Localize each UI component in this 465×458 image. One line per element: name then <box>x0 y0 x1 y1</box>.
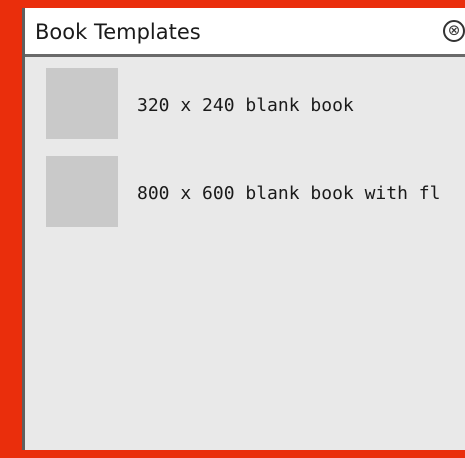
template-thumbnail <box>46 156 118 227</box>
panel-title: Book Templates <box>35 20 201 44</box>
template-label: 320 x 240 blank book <box>137 95 354 116</box>
book-templates-panel: Book Templates ⊗ 320 x 240 blank book 80… <box>22 8 465 450</box>
template-item[interactable]: 800 x 600 blank book with fl <box>25 145 465 227</box>
panel-titlebar: Book Templates ⊗ <box>25 8 465 57</box>
template-thumbnail <box>46 68 118 139</box>
template-label: 800 x 600 blank book with fl <box>137 183 441 204</box>
close-icon[interactable]: ⊗ <box>443 20 465 42</box>
template-item[interactable]: 320 x 240 blank book <box>25 57 465 139</box>
